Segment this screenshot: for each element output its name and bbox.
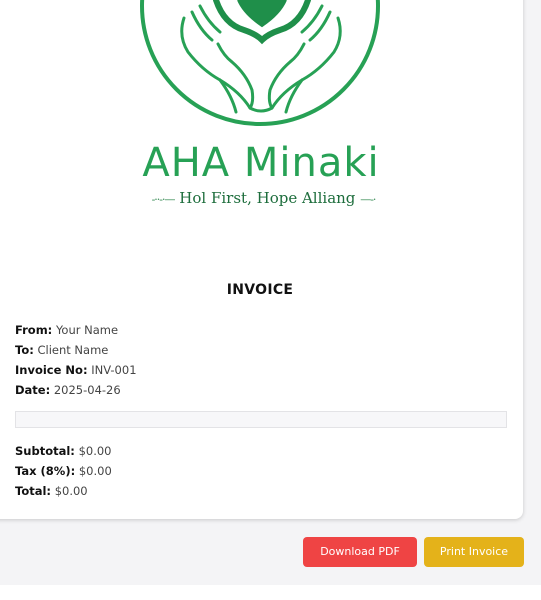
tax-row: Tax (8%): $0.00 <box>15 461 112 481</box>
subtotal-row: Subtotal: $0.00 <box>15 441 112 461</box>
footer-strip <box>0 585 541 600</box>
invoice-title: INVOICE <box>226 282 294 298</box>
invoice-number-row: Invoice No: INV-001 <box>15 360 137 380</box>
date-label: Date: <box>15 383 51 397</box>
hands-heart-icon <box>140 0 380 126</box>
total-value: $0.00 <box>54 484 88 498</box>
to-value: Client Name <box>37 343 109 357</box>
tagline-dash-left: -··-·— <box>151 193 176 206</box>
total-label: Total: <box>15 484 52 498</box>
invoice-number-label: Invoice No: <box>15 363 88 377</box>
tax-value: $0.00 <box>78 464 112 478</box>
brand-name: AHA Minaki <box>142 140 380 186</box>
tagline-dash-right: —-· <box>360 193 376 206</box>
subtotal-value: $0.00 <box>78 444 112 458</box>
brand-tagline: -··-·— Hol First, Hope Alliang —-· <box>146 188 381 210</box>
subtotal-label: Subtotal: <box>15 444 75 458</box>
tagline-text: Hol First, Hope Alliang <box>179 189 356 207</box>
brand-logo: AHA Minaki -··-·— Hol First, Hope Allian… <box>128 0 398 215</box>
download-pdf-button[interactable]: Download PDF <box>303 537 417 567</box>
invoice-totals: Subtotal: $0.00 Tax (8%): $0.00 Total: $… <box>15 441 112 501</box>
items-table <box>15 411 507 428</box>
invoice-meta: From: Your Name To: Client Name Invoice … <box>15 320 137 400</box>
from-label: From: <box>15 323 53 337</box>
date-row: Date: 2025-04-26 <box>15 380 137 400</box>
tax-label: Tax (8%): <box>15 464 76 478</box>
print-invoice-button[interactable]: Print Invoice <box>424 537 524 567</box>
from-row: From: Your Name <box>15 320 137 340</box>
invoice-page: AHA Minaki -··-·— Hol First, Hope Allian… <box>0 0 541 600</box>
date-value: 2025-04-26 <box>53 383 121 397</box>
invoice-number-value: INV-001 <box>91 363 137 377</box>
from-value: Your Name <box>55 323 119 337</box>
to-label: To: <box>15 343 34 357</box>
to-row: To: Client Name <box>15 340 137 360</box>
total-row: Total: $0.00 <box>15 481 112 501</box>
